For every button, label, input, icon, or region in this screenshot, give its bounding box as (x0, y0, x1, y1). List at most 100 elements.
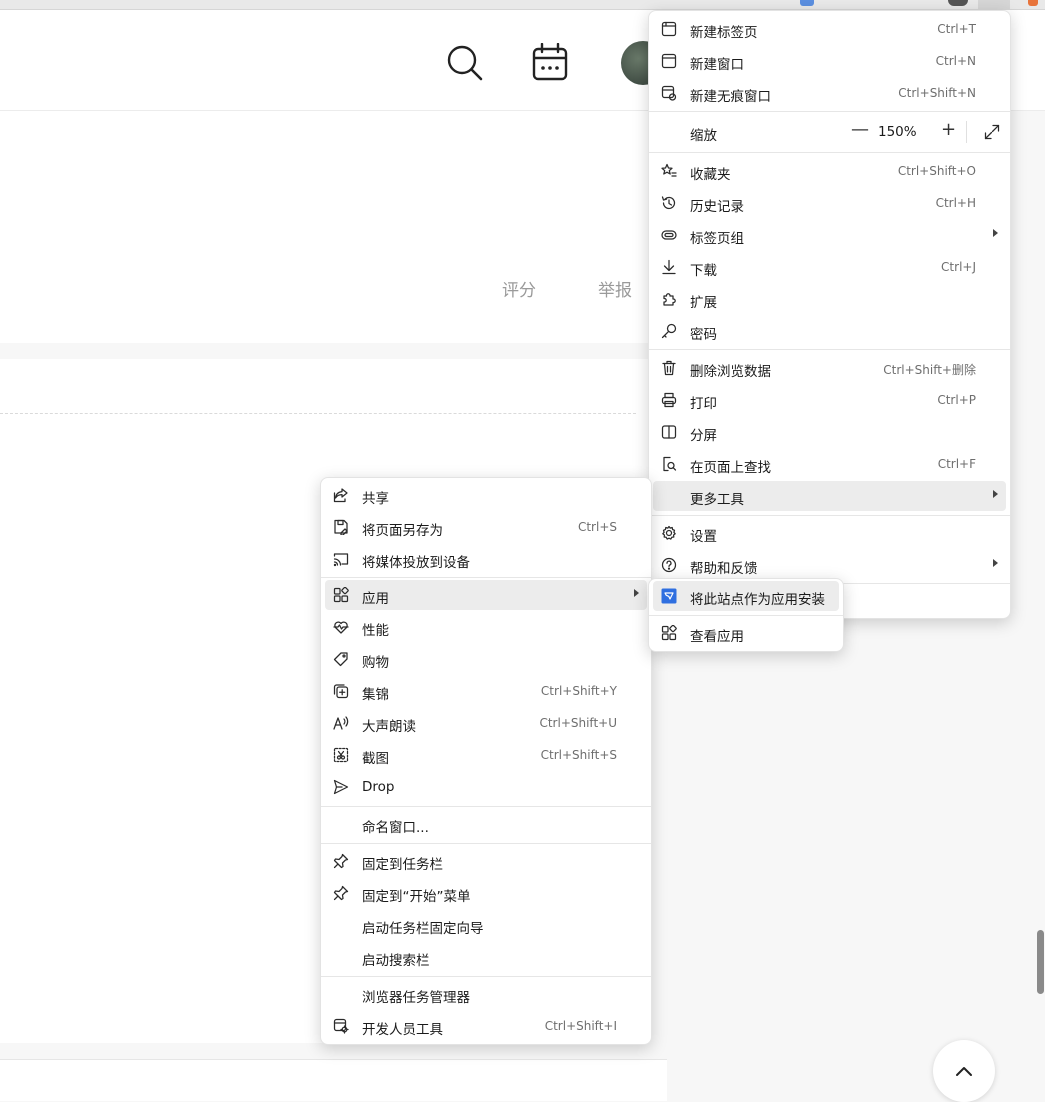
menu-item-label: 删除浏览数据 (690, 364, 771, 380)
menu-divider (649, 152, 1010, 153)
bottom-card (0, 1059, 667, 1101)
printer-icon (661, 392, 677, 408)
menu-item-cast-media[interactable]: 将媒体投放到设备 (325, 544, 647, 574)
extension-icon[interactable] (1028, 0, 1038, 6)
menu-item-performance[interactable]: 性能 (325, 612, 647, 642)
submenu-arrow-icon (993, 559, 998, 567)
profile-icon[interactable] (948, 0, 968, 6)
menu-item-pin-to-taskbar[interactable]: 固定到任务栏 (325, 846, 647, 876)
calendar-icon[interactable] (532, 43, 568, 81)
menu-item-split-screen[interactable]: 分屏 (653, 417, 1006, 447)
menu-item-screenshot[interactable]: 截图 Ctrl+Shift+S (325, 740, 647, 770)
menu-item-label: 截图 (362, 751, 389, 767)
menu-item-downloads[interactable]: 下载 Ctrl+J (653, 252, 1006, 282)
menu-item-task-manager[interactable]: 浏览器任务管理器 (325, 979, 647, 1009)
trash-icon (662, 360, 676, 376)
window-icon (661, 53, 677, 69)
menu-item-label: 新建窗口 (690, 57, 744, 73)
menu-item-label: 集锦 (362, 687, 389, 703)
menu-item-shortcut: Ctrl+Shift+O (897, 164, 976, 178)
menu-item-find-on-page[interactable]: 在页面上查找 Ctrl+F (653, 449, 1006, 479)
menu-item-favorites[interactable]: 收藏夹 Ctrl+Shift+O (653, 156, 1006, 186)
menu-item-label: 设置 (690, 529, 717, 545)
menu-item-shopping[interactable]: 购物 (325, 644, 647, 674)
rate-link[interactable]: 评分 (502, 276, 536, 301)
menu-item-label: 在页面上查找 (690, 460, 771, 476)
menu-divider (649, 615, 843, 616)
menu-item-read-aloud[interactable]: 大声朗读 Ctrl+Shift+U (325, 708, 647, 738)
menu-divider (649, 349, 1010, 350)
search-icon[interactable] (446, 44, 484, 82)
menu-item-drop[interactable]: Drop (325, 772, 647, 802)
menu-item-label: 启动搜索栏 (362, 953, 430, 969)
gear-icon (662, 525, 676, 540)
menu-item-label: 打印 (690, 396, 717, 412)
menu-item-extensions[interactable]: 扩展 (653, 284, 1006, 314)
menu-item-install-site-as-app[interactable]: 将此站点作为应用安装 (653, 581, 839, 611)
menu-item-label: 帮助和反馈 (690, 561, 758, 577)
apps-icon (333, 587, 349, 603)
pin-icon (333, 853, 349, 869)
menu-item-view-apps[interactable]: 查看应用 (653, 618, 839, 648)
menu-item-shortcut: Ctrl+J (941, 260, 976, 274)
zoom-in-button[interactable]: + (941, 119, 956, 140)
menu-item-label: 新建标签页 (690, 25, 758, 41)
find-on-page-icon (663, 456, 677, 472)
menu-item-label: 分屏 (690, 428, 717, 444)
menu-item-help-feedback[interactable]: 帮助和反馈 (653, 550, 1006, 580)
menu-item-search-bar[interactable]: 启动搜索栏 (325, 942, 647, 972)
menu-item-label: 将媒体投放到设备 (362, 555, 470, 571)
menu-divider (321, 843, 651, 844)
report-link[interactable]: 举报 (598, 276, 632, 301)
star-list-icon (661, 163, 677, 177)
menu-item-more-tools[interactable]: 更多工具 (653, 481, 1006, 511)
menu-item-label: 查看应用 (690, 629, 744, 645)
menu-item-history[interactable]: 历史记录 Ctrl+H (653, 188, 1006, 218)
menu-item-shortcut: Ctrl+T (937, 22, 976, 36)
puzzle-icon (663, 293, 676, 306)
menu-item-collections[interactable]: 集锦 Ctrl+Shift+Y (325, 676, 647, 706)
fullscreen-icon[interactable] (984, 124, 1000, 140)
menu-item-settings[interactable]: 设置 (653, 518, 1006, 548)
cast-icon (333, 553, 349, 567)
menu-item-clear-browsing-data[interactable]: 删除浏览数据 Ctrl+Shift+删除 (653, 353, 1006, 383)
read-aloud-icon (333, 716, 349, 730)
menu-item-developer-tools[interactable]: 开发人员工具 Ctrl+Shift+I (325, 1011, 647, 1041)
menu-item-tab-groups[interactable]: 标签页组 (653, 220, 1006, 250)
menu-item-new-tab[interactable]: 新建标签页 Ctrl+T (653, 14, 1006, 44)
menu-item-label: 开发人员工具 (362, 1022, 443, 1038)
menu-item-pin-to-start[interactable]: 固定到“开始”菜单 (325, 878, 647, 908)
tab-favicon-icon[interactable] (800, 0, 814, 6)
hero-section (0, 111, 667, 343)
menu-button[interactable] (978, 0, 1010, 9)
menu-item-new-inprivate-window[interactable]: 新建无痕窗口 Ctrl+Shift+N (653, 78, 1006, 108)
menu-item-print[interactable]: 打印 Ctrl+P (653, 385, 1006, 415)
menu-item-new-window[interactable]: 新建窗口 Ctrl+N (653, 46, 1006, 76)
back-to-top-button[interactable] (933, 1040, 995, 1102)
menu-item-label: 历史记录 (690, 199, 744, 215)
menu-item-label: Drop (362, 779, 395, 795)
menu-item-passwords[interactable]: 密码 (653, 316, 1006, 346)
submenu-arrow-icon (993, 229, 998, 237)
menu-item-save-page-as[interactable]: 将页面另存为 Ctrl+S (325, 512, 647, 542)
menu-item-label: 标签页组 (690, 231, 744, 247)
apps-submenu: 将此站点作为应用安装 查看应用 (648, 578, 844, 652)
content-divider (0, 413, 636, 414)
zoom-out-button[interactable]: — (851, 119, 869, 140)
scrollbar-thumb[interactable] (1037, 930, 1044, 994)
menu-item-share[interactable]: 共享 (325, 480, 647, 510)
menu-item-label: 应用 (362, 591, 389, 607)
menu-item-apps[interactable]: 应用 (325, 580, 647, 610)
developer-tools-icon (333, 1018, 349, 1034)
menu-item-label: 下载 (690, 263, 717, 279)
menu-item-label: 大声朗读 (362, 719, 416, 735)
menu-item-shortcut: Ctrl+H (935, 196, 976, 210)
share-icon (333, 488, 348, 503)
menu-item-name-window[interactable]: 命名窗口... (325, 809, 647, 839)
menu-item-shortcut: Ctrl+Shift+Y (540, 684, 617, 698)
menu-item-label: 固定到任务栏 (362, 857, 443, 873)
menu-item-shortcut: Ctrl+Shift+I (544, 1019, 617, 1033)
menu-item-taskbar-pin-wizard[interactable]: 启动任务栏固定向导 (325, 910, 647, 940)
menu-item-label: 浏览器任务管理器 (362, 990, 470, 1006)
menu-item-label: 固定到“开始”菜单 (362, 889, 471, 905)
